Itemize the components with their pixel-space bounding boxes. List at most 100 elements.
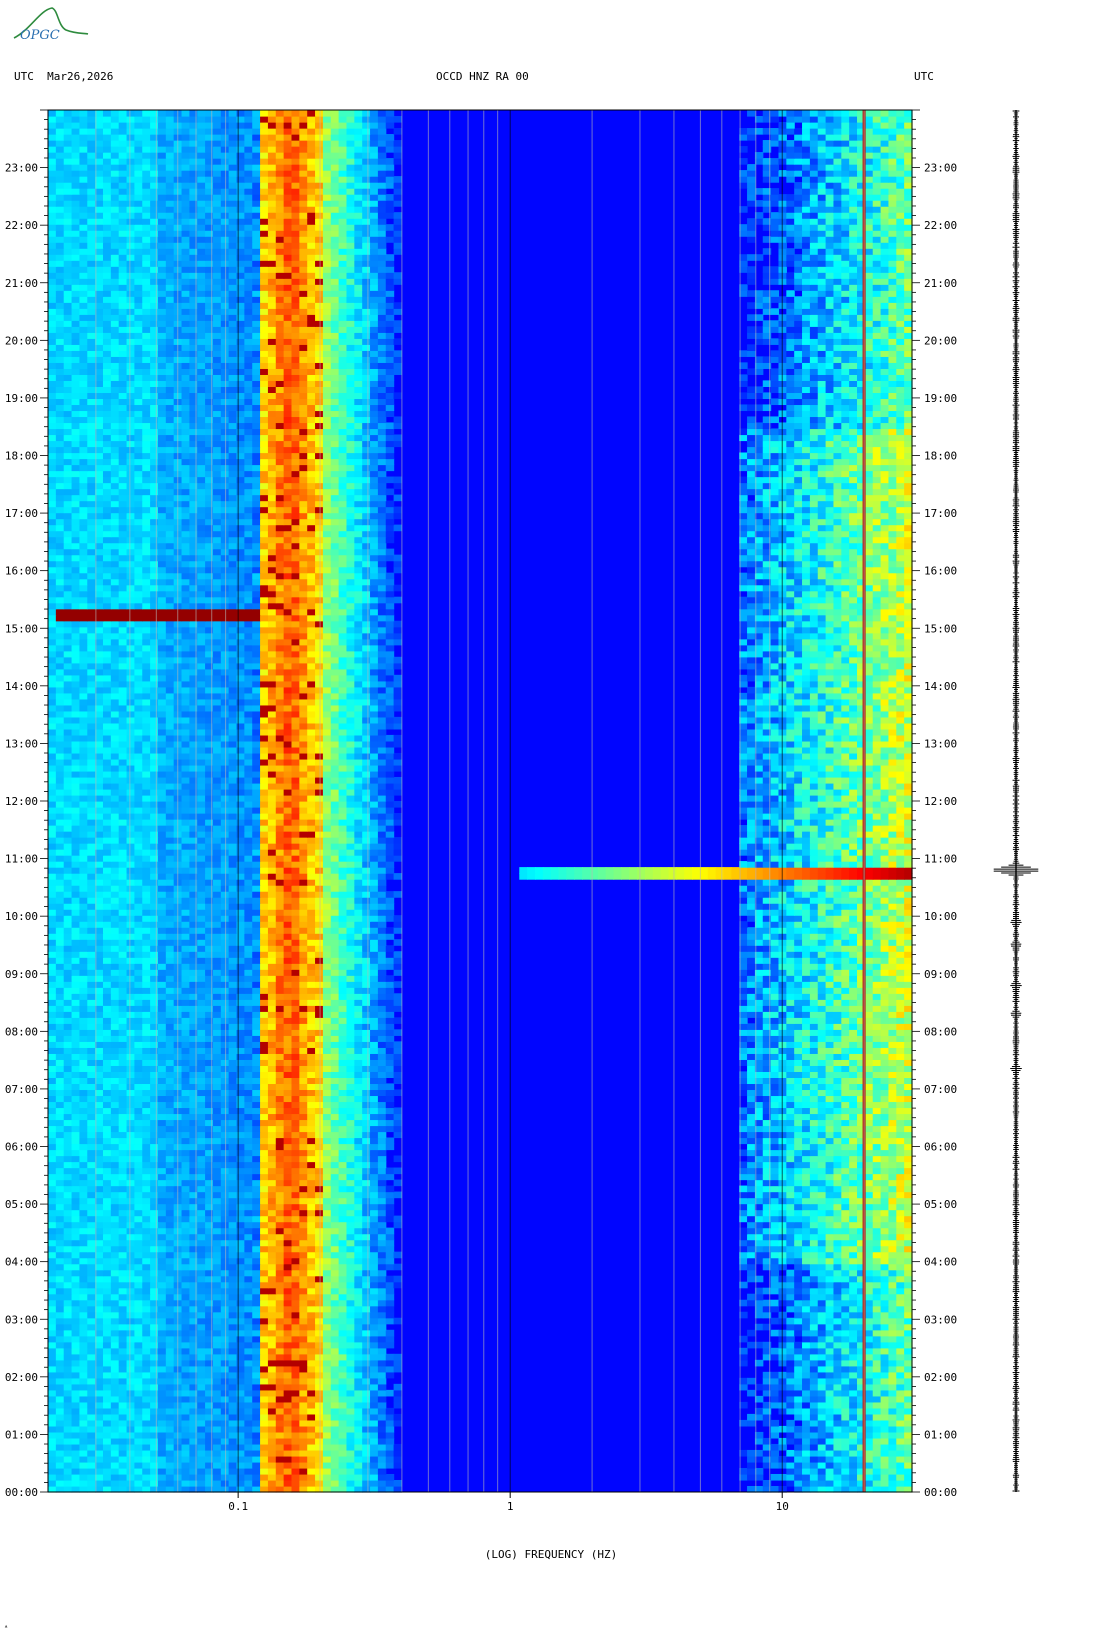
spectrogram-cell xyxy=(55,1443,65,1451)
spectrogram-cell xyxy=(872,1317,882,1325)
spectrogram-cell xyxy=(825,1479,835,1487)
spectrogram-cell xyxy=(126,1395,135,1403)
spectrogram-cell xyxy=(71,1077,81,1085)
spectrogram-cell xyxy=(205,1443,214,1451)
spectrogram-cell xyxy=(888,1227,897,1235)
spectrogram-cell xyxy=(338,1125,348,1133)
spectrogram-cell xyxy=(770,1125,780,1133)
spectrogram-cell xyxy=(95,1413,104,1421)
spectrogram-cell xyxy=(315,1383,324,1391)
spectrogram-cell xyxy=(189,1209,198,1217)
spectrogram-cell xyxy=(95,1119,104,1127)
spectrogram-cell xyxy=(244,1089,253,1097)
spectrogram-cell xyxy=(841,1221,850,1229)
spectrogram-cell xyxy=(307,1197,316,1205)
spectrogram-cell xyxy=(841,1383,850,1391)
spectrogram-cell xyxy=(315,1095,324,1103)
spectrogram-cell xyxy=(864,1035,874,1042)
spectrogram-cell xyxy=(393,1125,403,1133)
spectrogram-cell xyxy=(260,1119,269,1127)
spectrogram-cell xyxy=(794,1095,803,1103)
spectrogram-cell xyxy=(315,1167,324,1175)
spectrogram-cell xyxy=(48,1065,57,1072)
spectrogram-cell xyxy=(809,1389,819,1397)
spectrogram-cell xyxy=(346,1221,355,1229)
spectrogram-cell xyxy=(841,1203,850,1211)
spectrogram-cell xyxy=(802,1095,811,1103)
spectrogram-cell xyxy=(880,1185,890,1193)
spectrogram-cell xyxy=(833,1425,842,1433)
spectrogram-cell xyxy=(362,1119,371,1127)
spectrogram-cell xyxy=(747,1245,756,1253)
spectrogram-cell xyxy=(307,1383,316,1391)
spectrogram-cell xyxy=(833,1185,842,1193)
spectrogram-cell xyxy=(817,1059,827,1066)
spectrogram-cell xyxy=(150,1263,159,1271)
spectrogram-cell xyxy=(55,1269,65,1277)
spectrogram-cell xyxy=(370,1155,379,1163)
spectrogram-cell xyxy=(377,1167,387,1175)
spectrogram-cell xyxy=(87,1419,96,1427)
spectrogram-cell xyxy=(307,1329,316,1337)
spectrogram-cell xyxy=(142,1101,151,1109)
spectrogram-cell xyxy=(48,1479,57,1487)
spectrogram-cell xyxy=(267,1113,277,1121)
spectrogram-cell xyxy=(275,1389,285,1397)
spectrogram-cell xyxy=(864,1161,874,1169)
spectrogram-cell xyxy=(165,1395,175,1403)
spectrogram-cell xyxy=(118,1065,128,1072)
spectrogram-cell xyxy=(307,1335,316,1343)
spectrogram-cell xyxy=(205,1449,214,1457)
spectrogram-cell xyxy=(142,1479,151,1487)
spectrogram-cell xyxy=(346,1113,355,1121)
spectrogram-cell xyxy=(102,1065,112,1072)
spectrogram-cell xyxy=(102,1221,112,1229)
spectrogram-cell xyxy=(118,1155,128,1163)
spectrogram-cell xyxy=(322,1185,332,1193)
spectrogram-cell xyxy=(212,1311,222,1319)
spectrogram-cell xyxy=(338,1419,348,1427)
spectrogram-cell xyxy=(95,1437,104,1445)
spectrogram-cell xyxy=(904,1161,913,1169)
spectrogram-cell xyxy=(252,1443,261,1451)
spectrogram-cell xyxy=(864,1155,874,1163)
spectrogram-cell xyxy=(338,1359,348,1367)
spectrogram-cell xyxy=(79,1473,88,1481)
spectrogram-cell xyxy=(802,1359,811,1367)
spectrogram-cell xyxy=(165,1365,175,1373)
spectrogram-cell xyxy=(220,1461,230,1469)
spectrogram-cell xyxy=(110,1065,120,1072)
spectrogram-cell xyxy=(346,1257,355,1265)
spectrogram-cell xyxy=(778,1185,787,1193)
spectrogram-cell xyxy=(385,1053,395,1060)
spectrogram-cell xyxy=(181,1443,190,1451)
spectrogram-cell xyxy=(95,1419,104,1427)
spectrogram-cell xyxy=(181,1221,190,1229)
spectrogram-cell xyxy=(150,1227,159,1235)
spectrogram-cell xyxy=(220,1065,230,1072)
spectrogram-cell xyxy=(197,1449,206,1457)
spectrogram-cell xyxy=(377,1161,387,1169)
spectrogram-cell xyxy=(794,1137,803,1145)
spectrogram-cell xyxy=(778,1371,787,1379)
spectrogram-cell xyxy=(228,1161,238,1169)
spectrogram-cell xyxy=(322,1449,332,1457)
spectrogram-cell xyxy=(212,1143,222,1151)
spectrogram-cell xyxy=(142,1203,151,1211)
spectrogram-cell xyxy=(228,1149,238,1157)
spectrogram-cell xyxy=(338,1443,348,1451)
spectrogram-cell xyxy=(189,1287,198,1295)
spectrogram-cell xyxy=(786,1149,795,1157)
spectrogram-cell xyxy=(291,1293,300,1301)
spectrogram-cell xyxy=(747,1239,756,1247)
spectrogram-cell xyxy=(747,1167,756,1175)
spectrogram-cell xyxy=(275,1113,285,1121)
spectrogram-cell xyxy=(63,1071,73,1078)
spectrogram-cell xyxy=(330,1335,340,1343)
spectrogram-cell xyxy=(142,1341,151,1349)
spectrogram-cell xyxy=(189,1371,198,1379)
spectrogram-cell xyxy=(79,1197,88,1205)
spectrogram-cell xyxy=(244,1461,253,1469)
spectrogram-cell xyxy=(291,1191,300,1199)
spectrogram-cell xyxy=(322,1065,332,1072)
